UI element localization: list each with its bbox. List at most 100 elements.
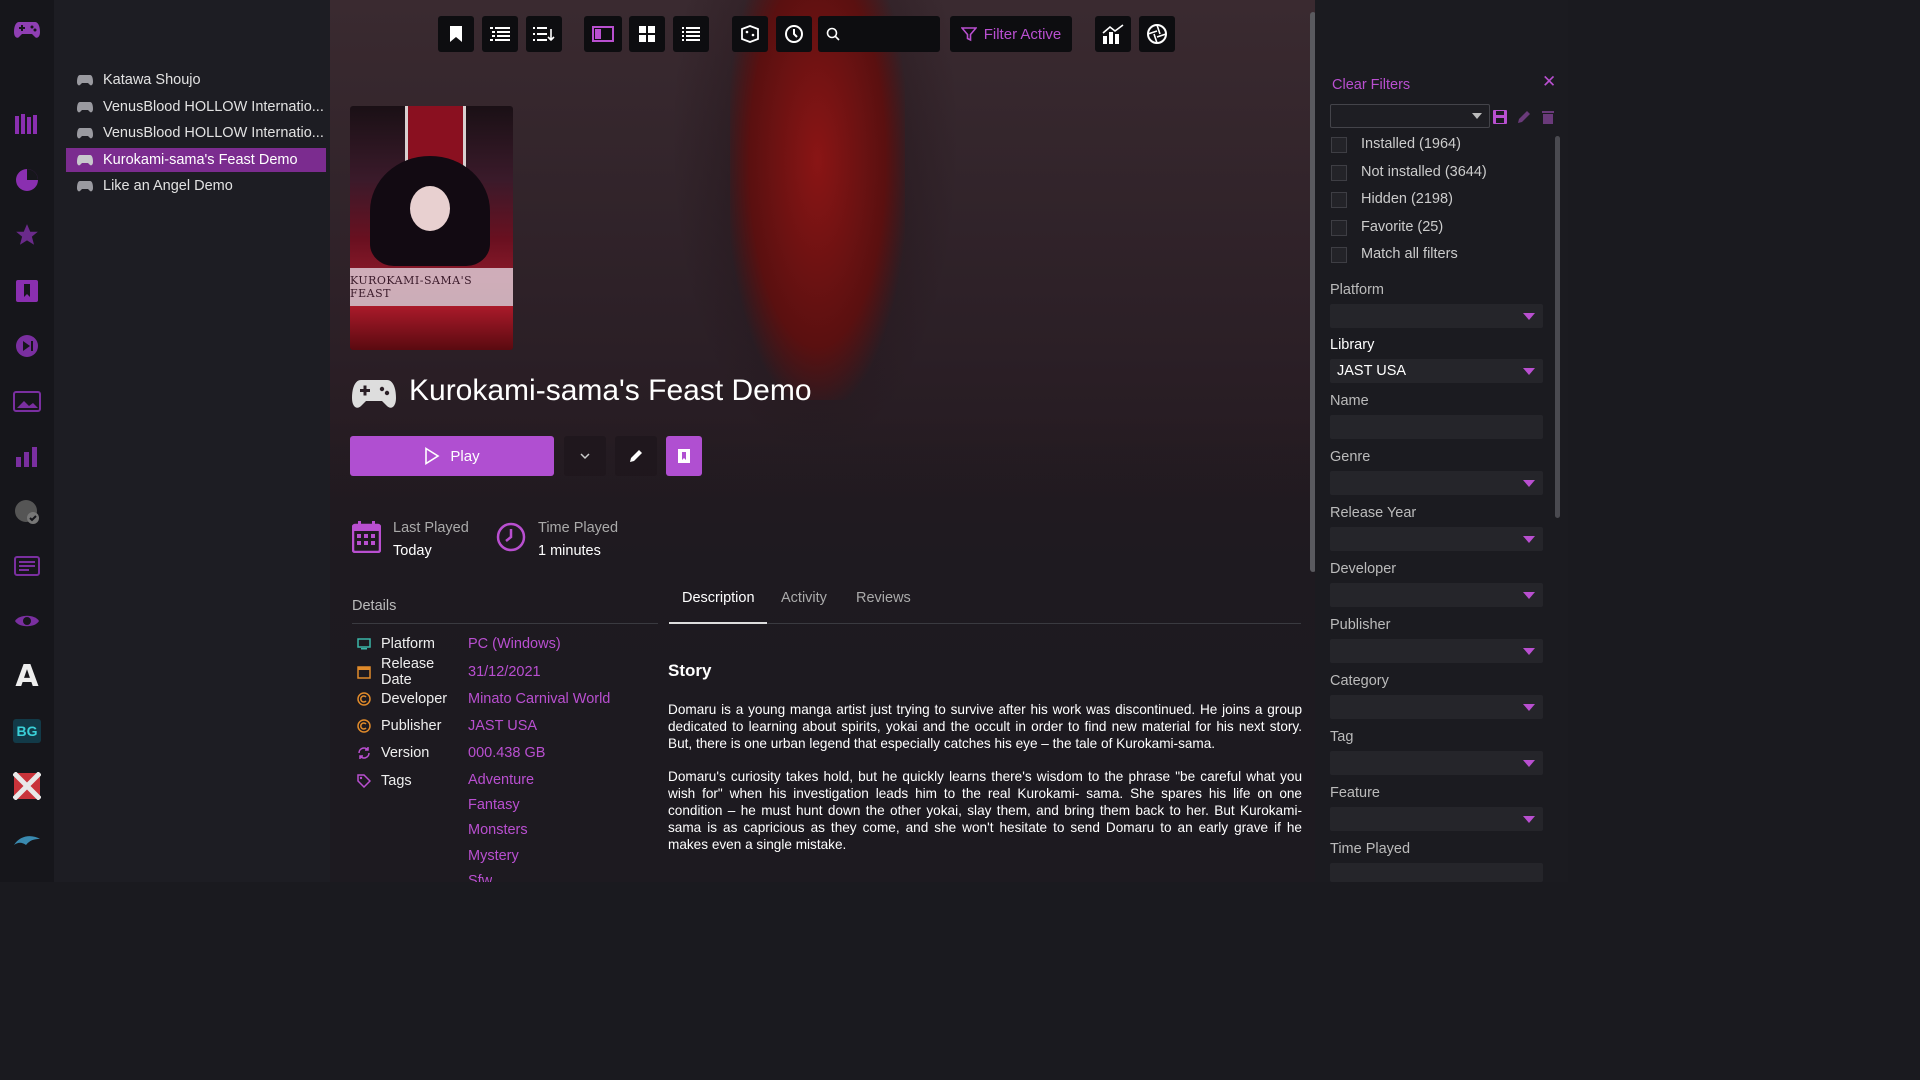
tab-activity[interactable]: Activity xyxy=(781,590,827,606)
cover-image[interactable]: KUROKAMI-SAMA'S FEAST xyxy=(350,106,513,350)
time-played-label: Time Played xyxy=(538,520,619,536)
tag-filter-select[interactable] xyxy=(1330,751,1543,775)
list-item[interactable]: Katawa Shoujo xyxy=(66,68,326,92)
eye-icon[interactable] xyxy=(11,605,43,637)
trash-icon[interactable] xyxy=(1541,109,1555,125)
story-text: Domaru is a young manga artist just tryi… xyxy=(668,701,1302,869)
game-name: Katawa Shoujo xyxy=(103,72,201,88)
bg-icon[interactable]: BG xyxy=(11,715,43,747)
filter-label-platform: Platform xyxy=(1330,282,1384,298)
gamepad-icon[interactable] xyxy=(11,14,43,46)
pencil-icon[interactable] xyxy=(1516,109,1532,125)
photo-icon[interactable] xyxy=(11,385,43,417)
genre-filter-select[interactable] xyxy=(1330,471,1543,495)
bookmark-toggle-button[interactable] xyxy=(666,436,702,476)
checkbox-match-all[interactable] xyxy=(1331,247,1347,263)
library-icon[interactable] xyxy=(11,108,43,140)
filter-panel-scrollbar[interactable] xyxy=(1555,136,1560,518)
name-filter-input[interactable] xyxy=(1330,415,1543,439)
chevron-down-icon xyxy=(1523,648,1535,655)
detail-row-version: Version 000.438 GB xyxy=(356,743,545,763)
tag-link[interactable]: Mystery xyxy=(468,848,519,864)
gamepad-icon xyxy=(352,380,396,408)
tag-link[interactable]: Sfw xyxy=(468,873,492,882)
tag-link[interactable]: Monsters xyxy=(468,822,528,838)
list-item-selected[interactable]: Kurokami-sama's Feast Demo xyxy=(66,148,326,172)
more-actions-button[interactable] xyxy=(564,436,606,476)
tab-reviews[interactable]: Reviews xyxy=(856,590,911,606)
dolphin-icon[interactable] xyxy=(11,825,43,857)
publisher-filter-select[interactable] xyxy=(1330,639,1543,663)
version-link[interactable]: 000.438 GB xyxy=(468,745,545,761)
clear-filters-link[interactable]: Clear Filters xyxy=(1332,77,1410,93)
list-item[interactable]: VenusBlood HOLLOW Internatio... xyxy=(66,95,326,119)
time-played-filter-select[interactable] xyxy=(1330,863,1543,882)
list-item[interactable]: Like an Angel Demo xyxy=(66,174,326,198)
statistics-button[interactable] xyxy=(1095,16,1131,52)
edit-button[interactable] xyxy=(615,436,657,476)
feature-filter-select[interactable] xyxy=(1330,807,1543,831)
detail-label: Developer xyxy=(381,691,448,707)
library-filter-select[interactable]: JAST USA xyxy=(1330,359,1543,383)
list-view-button[interactable] xyxy=(482,16,518,52)
chevron-down-icon xyxy=(1523,704,1535,711)
tab-description[interactable]: Description xyxy=(682,590,755,606)
star-icon[interactable] xyxy=(11,219,43,251)
extensions-button[interactable] xyxy=(1139,16,1175,52)
randomizer-button[interactable] xyxy=(732,16,768,52)
calendar-icon xyxy=(352,521,381,553)
publisher-link[interactable]: JAST USA xyxy=(468,718,537,734)
release-date-link[interactable]: 31/12/2021 xyxy=(468,664,541,680)
bookmark-icon xyxy=(678,449,690,463)
stats-icon[interactable] xyxy=(11,440,43,472)
flag-icon[interactable] xyxy=(11,770,43,802)
checkbox-hidden[interactable] xyxy=(1331,192,1347,208)
search-input[interactable] xyxy=(846,25,940,43)
font-a-icon[interactable]: A xyxy=(11,659,43,694)
update-button[interactable] xyxy=(776,16,812,52)
checkbox-favorite[interactable] xyxy=(1331,220,1347,236)
cover-table xyxy=(350,306,513,350)
details-view-button[interactable] xyxy=(584,16,622,52)
bookmark-icon[interactable] xyxy=(11,275,43,307)
platform-link[interactable]: PC (Windows) xyxy=(468,636,561,652)
library-filter-value: JAST USA xyxy=(1337,363,1407,379)
close-filter-panel-icon[interactable]: ✕ xyxy=(1542,72,1556,92)
platform-filter-select[interactable] xyxy=(1330,304,1543,328)
news-icon[interactable] xyxy=(11,550,43,582)
tag-link[interactable]: Adventure xyxy=(468,772,534,788)
game-list: Katawa Shoujo VenusBlood HOLLOW Internat… xyxy=(54,0,330,882)
media-player-icon[interactable] xyxy=(11,330,43,362)
filter-label-developer: Developer xyxy=(1330,561,1397,577)
sort-button[interactable] xyxy=(526,16,562,52)
pie-chart-icon[interactable] xyxy=(11,164,43,196)
filter-preset-select[interactable] xyxy=(1330,104,1490,128)
developer-link[interactable]: Minato Carnival World xyxy=(468,691,610,707)
save-icon[interactable] xyxy=(1492,109,1508,125)
chevron-down-icon xyxy=(1523,592,1535,599)
last-played-label: Last Played xyxy=(393,520,469,536)
release-year-filter-select[interactable] xyxy=(1330,527,1543,551)
filter-button[interactable]: Filter Active xyxy=(950,16,1072,52)
game-title: Kurokami-sama's Feast Demo xyxy=(409,374,812,407)
compact-list-view-button[interactable] xyxy=(673,16,709,52)
developer-filter-select[interactable] xyxy=(1330,583,1543,607)
chevron-down-icon xyxy=(1523,313,1535,320)
play-button[interactable]: Play xyxy=(350,436,554,476)
gamepad-icon xyxy=(77,181,93,192)
dice-icon xyxy=(741,25,759,43)
time-played-value: 1 minutes xyxy=(538,543,601,559)
category-filter-select[interactable] xyxy=(1330,695,1543,719)
list-item[interactable]: VenusBlood HOLLOW Internatio... xyxy=(66,121,326,145)
checkbox-installed[interactable] xyxy=(1331,137,1347,153)
checkbox-not-installed[interactable] xyxy=(1331,165,1347,181)
search-box[interactable] xyxy=(818,16,940,52)
clock-check-icon[interactable] xyxy=(11,496,43,528)
cover-logo-text: KUROKAMI-SAMA'S FEAST xyxy=(350,268,513,306)
calendar-icon xyxy=(356,664,372,680)
bookmark-toolbar-button[interactable] xyxy=(438,16,474,52)
search-icon xyxy=(826,27,840,41)
pencil-icon xyxy=(630,450,642,462)
grid-view-button[interactable] xyxy=(629,16,665,52)
tag-link[interactable]: Fantasy xyxy=(468,797,520,813)
